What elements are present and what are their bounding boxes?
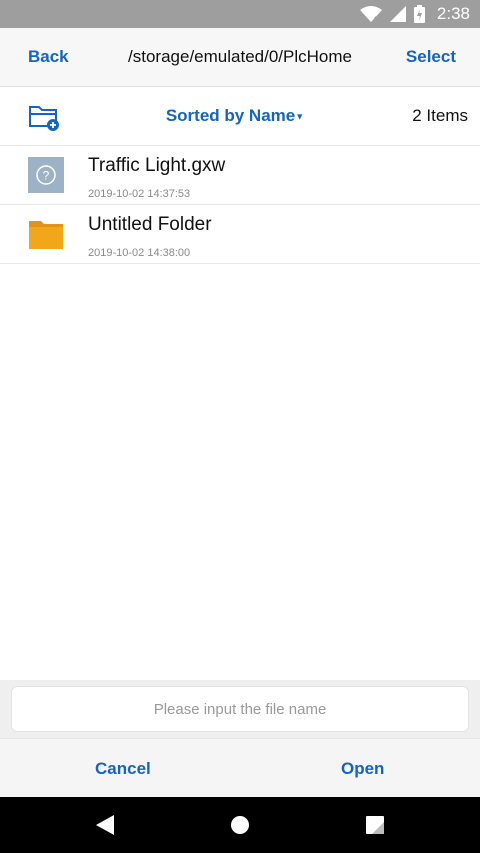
select-button[interactable]: Select [406,28,456,86]
action-bar: Cancel Open [0,738,480,798]
svg-text:?: ? [43,169,50,183]
nav-recents-button[interactable] [355,797,395,853]
caret-down-icon: ▼ [295,111,305,122]
clock: 2:38 [436,4,470,23]
home-circle-icon [231,816,249,834]
item-count: 2 Items [412,106,468,125]
cell-signal-icon [389,6,406,22]
recents-square-icon [366,816,384,834]
navigation-bar [0,797,480,853]
status-icons: 2:38 [359,0,470,28]
nav-back-button[interactable] [85,797,125,853]
bottom-panel: Cancel Open [0,680,480,798]
sort-label-text: Sorted by Name [165,106,296,125]
sort-dropdown[interactable]: Sorted by Name▼ [0,87,470,146]
nav-home-button[interactable] [220,797,260,853]
file-name: Untitled Folder [88,214,212,235]
cancel-button[interactable]: Cancel [95,739,151,798]
unknown-file-icon: ? [28,157,64,193]
back-triangle-icon [96,815,114,835]
file-list: ? Traffic Light.gxw 2019-10-02 14:37:53 … [0,146,480,264]
list-item[interactable]: ? Traffic Light.gxw 2019-10-02 14:37:53 [0,146,480,205]
status-bar: 2:38 [0,0,480,28]
folder-icon [29,221,63,249]
file-date: 2019-10-02 14:38:00 [88,247,191,259]
wifi-icon [359,6,382,22]
file-name: Traffic Light.gxw [88,155,226,176]
top-toolbar: Back /storage/emulated/0/PlcHome Select [0,28,480,87]
sort-bar: Sorted by Name▼ 2 Items [0,87,480,146]
open-button[interactable]: Open [341,739,384,798]
filename-input[interactable] [11,686,469,732]
file-date: 2019-10-02 14:37:53 [88,188,191,200]
battery-icon [413,5,425,23]
list-item[interactable]: Untitled Folder 2019-10-02 14:38:00 [0,205,480,264]
